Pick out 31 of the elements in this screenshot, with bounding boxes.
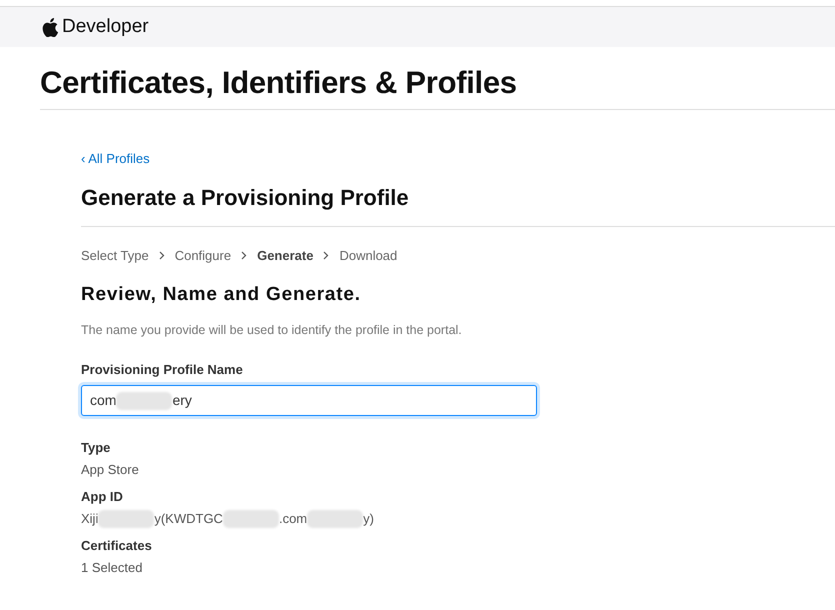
redaction-blur <box>98 510 154 528</box>
value-text: y(KWDTGC <box>154 510 223 528</box>
detail-label: Certificates <box>81 537 153 556</box>
value-text: ery <box>172 391 192 410</box>
profile-name-field[interactable]: com ery <box>81 385 537 416</box>
detail-label: App ID <box>81 488 124 506</box>
back-link[interactable]: ‹ All Profiles <box>81 151 150 166</box>
value-text: 1 Selected <box>81 558 142 577</box>
step-label: Generate <box>257 247 314 265</box>
chevron-icon <box>323 251 330 260</box>
description-text: The name you provide will be used to identify the profile in the portal. <box>81 322 463 339</box>
redaction-blur <box>222 510 279 528</box>
value-text: .com <box>278 510 308 528</box>
brand-name[interactable]: Developer <box>62 12 149 42</box>
redaction-blur <box>116 392 172 410</box>
step-label: Download <box>339 247 398 265</box>
chevron-icon <box>158 251 165 260</box>
step-label: Configure <box>174 247 232 265</box>
value-text: Xiji <box>81 510 98 528</box>
value-text: com <box>90 391 116 410</box>
section-heading: Generate a Provisioning Profile <box>81 184 410 212</box>
value-text: y) <box>363 510 374 528</box>
redaction-blur <box>307 510 364 528</box>
step-label: Select Type <box>81 247 149 265</box>
detail-label: Type <box>81 439 112 458</box>
chevron-icon <box>241 251 248 260</box>
field-label: Provisioning Profile Name <box>81 360 244 379</box>
apple-logo-icon <box>42 18 58 36</box>
page-title: Certificates, Identifiers & Profiles <box>40 64 518 102</box>
value-text: App Store <box>81 460 139 479</box>
step-heading: Review, Name and Generate. <box>81 282 362 306</box>
